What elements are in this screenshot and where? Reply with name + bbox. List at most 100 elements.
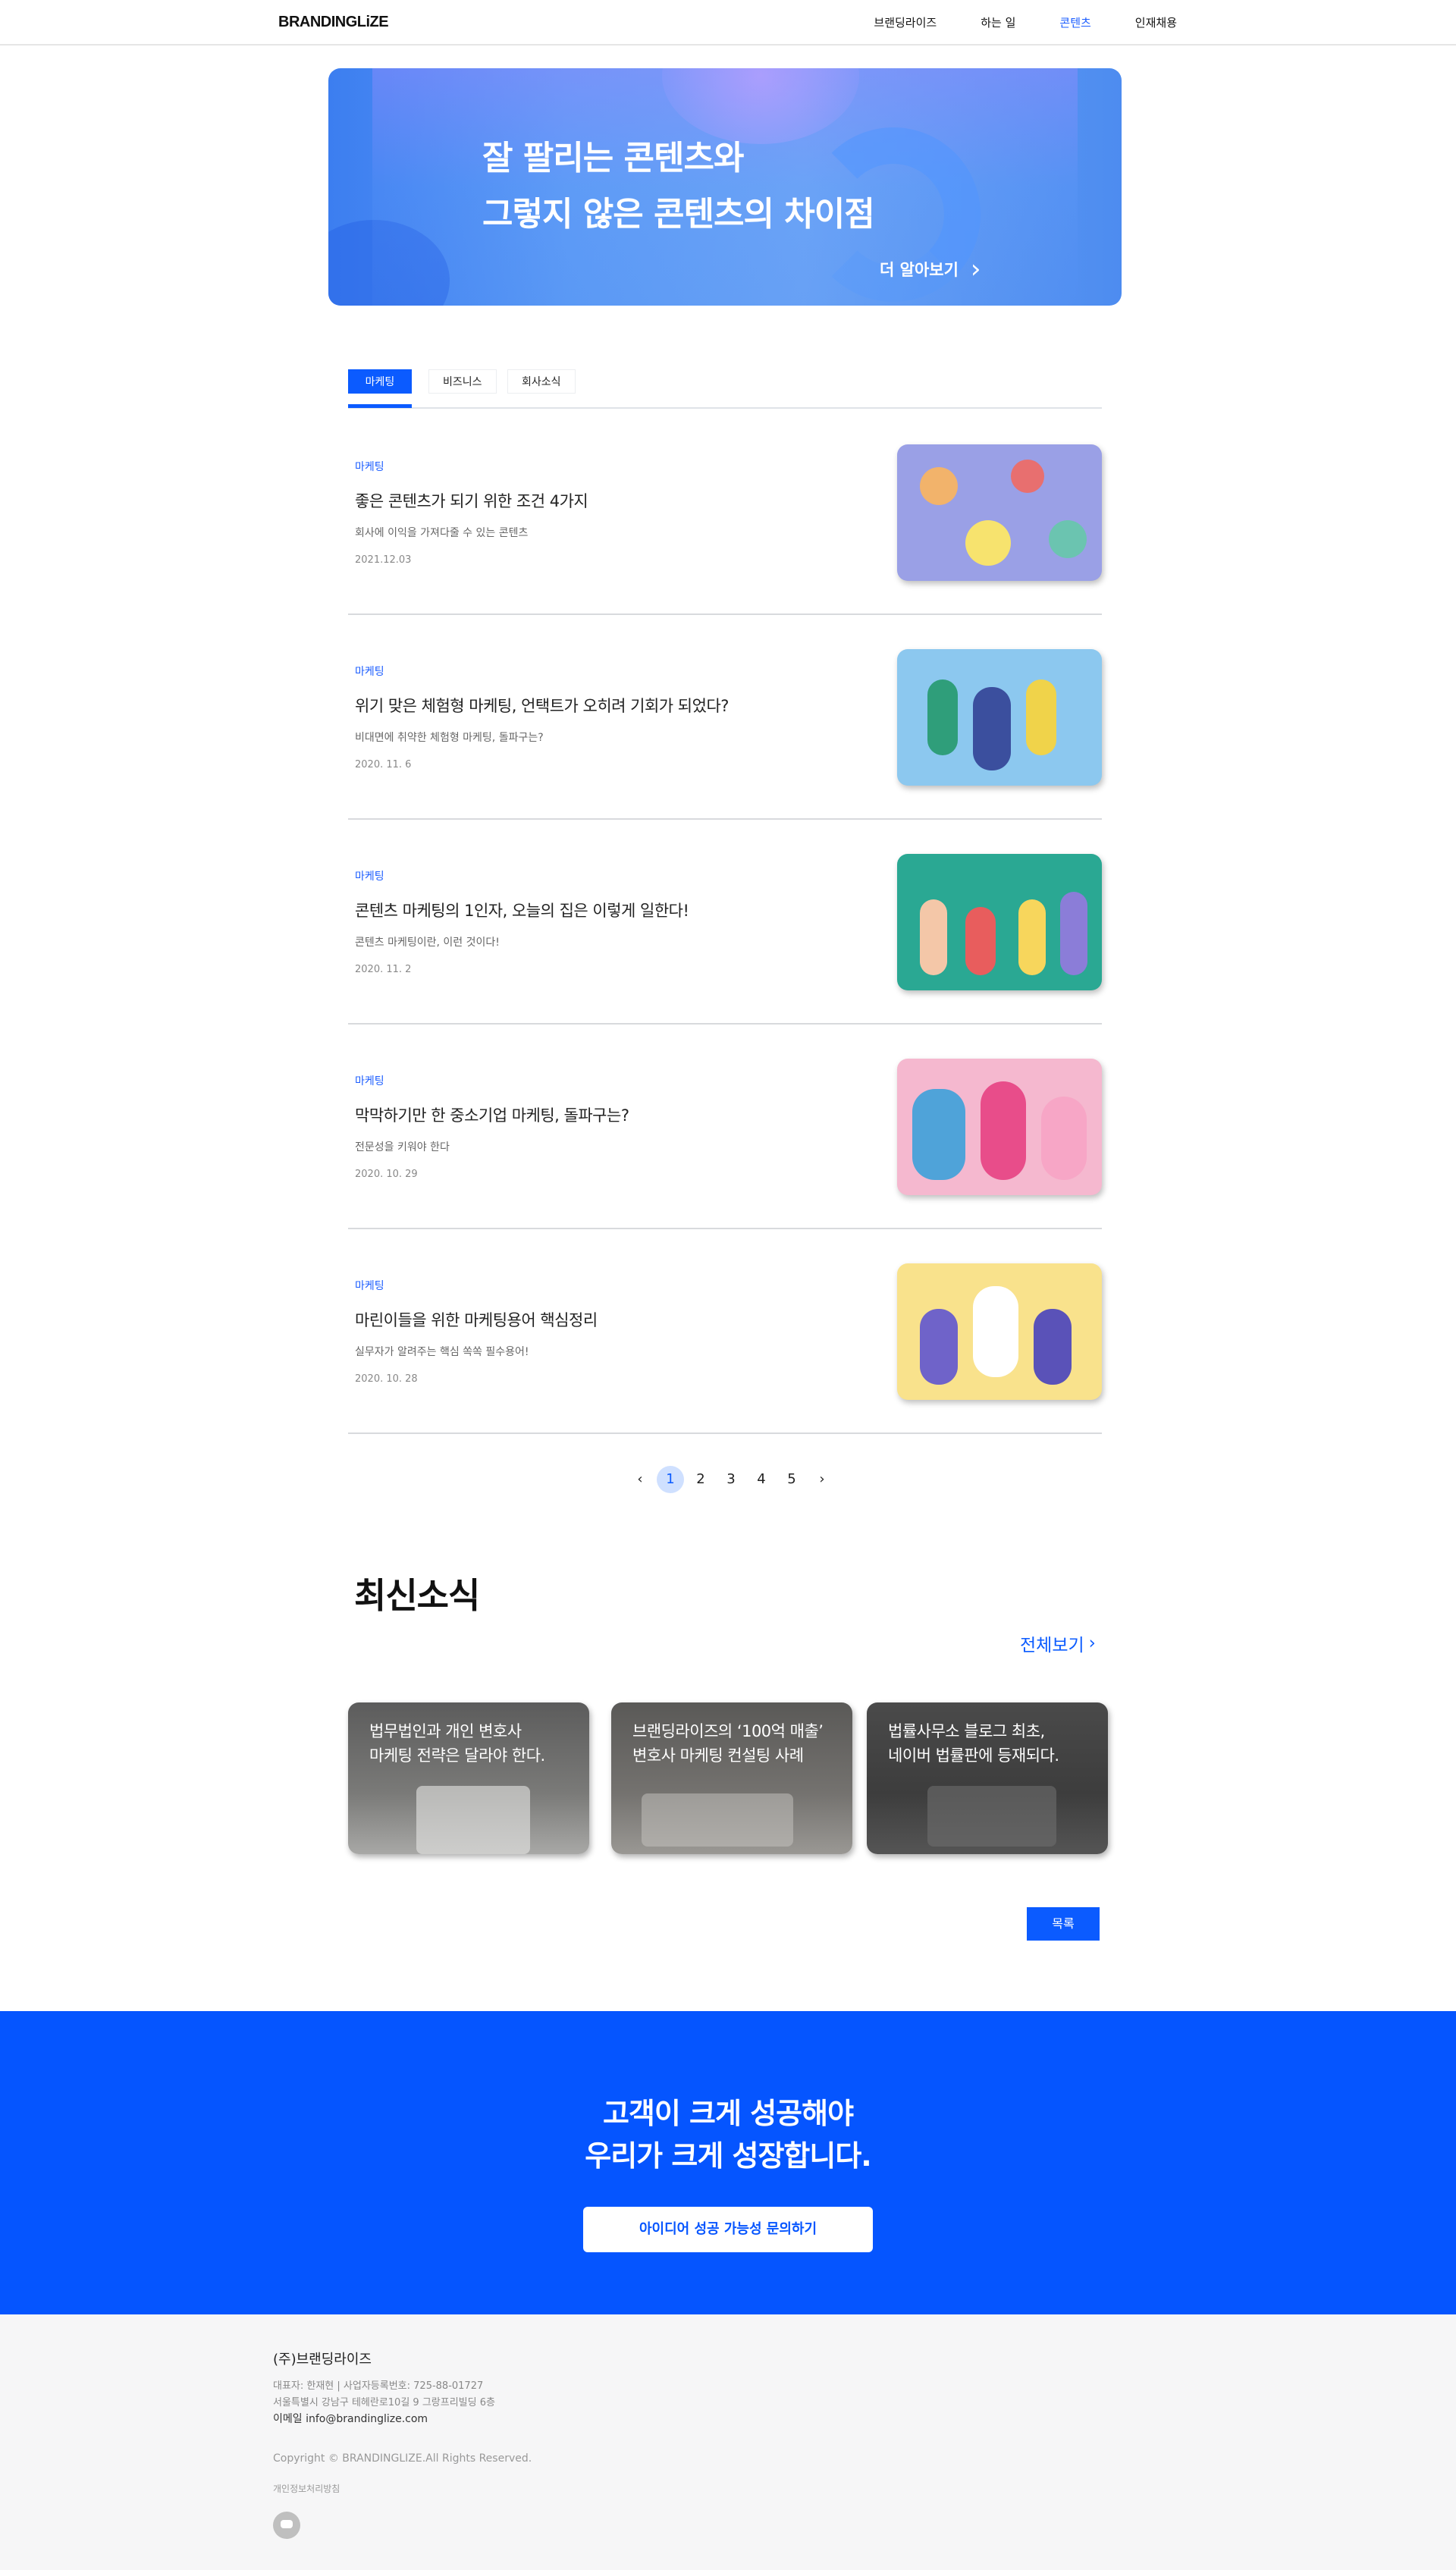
article-thumbnail[interactable] xyxy=(897,1059,1102,1195)
article-category: 마케팅 xyxy=(355,1280,384,1292)
illustration-people-icon xyxy=(1034,1309,1072,1385)
article-thumbnail[interactable] xyxy=(897,854,1102,990)
logo[interactable]: BRANDINGLiZE xyxy=(278,14,389,31)
keyboard-illustration xyxy=(642,1793,793,1847)
article-category: 마케팅 xyxy=(355,871,384,883)
article-title[interactable]: 마린이들을 위한 마케팅용어 핵심정리 xyxy=(355,1308,598,1331)
article-date: 2020. 11. 6 xyxy=(355,759,412,770)
article-title[interactable]: 막막하기만 한 중소기업 마케팅, 돌파구는? xyxy=(355,1103,629,1126)
article-date: 2020. 11. 2 xyxy=(355,964,412,975)
nav-item-contents[interactable]: 콘텐츠 xyxy=(1059,14,1090,30)
article-subtitle: 회사에 이익을 가져다줄 수 있는 콘텐츠 xyxy=(355,527,529,539)
article-date: 2020. 10. 28 xyxy=(355,1373,418,1385)
article-date: 2020. 10. 29 xyxy=(355,1169,418,1180)
illustration-people-icon xyxy=(1049,520,1087,558)
nav-item-brandinglize[interactable]: 브랜딩라이즈 xyxy=(874,14,937,30)
footer-address: 서울특별시 강남구 테헤란로10길 9 그랑프리빌딩 6층 xyxy=(273,2397,495,2408)
article-subtitle: 콘텐츠 마케팅이란, 이런 것이다! xyxy=(355,937,500,949)
illustration-people-icon xyxy=(965,907,996,975)
category-tabs: 마케팅 비즈니스 회사소식 xyxy=(348,369,1102,409)
news-card-title: 법률사무소 블로그 최초, 네이버 법률판에 등재되다. xyxy=(888,1722,1059,1765)
privacy-policy-link[interactable]: 개인정보처리방침 xyxy=(273,2482,340,2495)
article-subtitle: 실무자가 알려주는 핵심 쏙쏙 필수용어! xyxy=(355,1346,529,1358)
footer-business-info: 대표자: 한재현 | 사업자등록번호: 725-88-01727 xyxy=(273,2380,484,2392)
illustration-people-icon xyxy=(981,1081,1026,1180)
illustration-people-icon xyxy=(920,467,958,505)
article-title[interactable]: 위기 맞은 체험형 마케팅, 언택트가 오히려 기회가 되었다? xyxy=(355,694,729,717)
news-card-title: 법무법인과 개인 변호사 마케팅 전략은 달라야 한다. xyxy=(369,1722,545,1765)
article-thumbnail[interactable] xyxy=(897,649,1102,786)
article-list: 마케팅 좋은 콘텐츠가 되기 위한 조건 4가지 회사에 이익을 가져다줄 수 … xyxy=(348,410,1102,1434)
page-button-4[interactable]: 4 xyxy=(748,1466,775,1493)
list-item[interactable]: 마케팅 마린이들을 위한 마케팅용어 핵심정리 실무자가 알려주는 핵심 쏙쏙 … xyxy=(348,1229,1102,1434)
chevron-right-icon: › xyxy=(970,254,981,284)
list-item[interactable]: 마케팅 콘텐츠 마케팅의 1인자, 오늘의 집은 이렇게 일한다! 콘텐츠 마케… xyxy=(348,820,1102,1025)
news-card[interactable]: 브랜딩라이즈의 ‘100억 매출’ 변호사 마케팅 컨설팅 사례 xyxy=(611,1702,852,1854)
illustration-people-icon xyxy=(1011,460,1044,493)
hero-banner[interactable]: 잘 팔리는 콘텐츠와 그렇지 않은 콘텐츠의 차이점 더 알아보기 › xyxy=(328,68,1122,306)
page-button-2[interactable]: 2 xyxy=(687,1466,714,1493)
site-header: BRANDINGLiZE 브랜딩라이즈 하는 일 콘텐츠 인재채용 xyxy=(0,0,1456,46)
chevron-right-icon: › xyxy=(1088,1633,1096,1653)
illustration-people-icon xyxy=(973,1286,1018,1377)
list-item[interactable]: 마케팅 위기 맞은 체험형 마케팅, 언택트가 오히려 기회가 되었다? 비대면… xyxy=(348,615,1102,820)
paper-illustration xyxy=(416,1786,530,1854)
article-category: 마케팅 xyxy=(355,1075,384,1087)
page: BRANDINGLiZE 브랜딩라이즈 하는 일 콘텐츠 인재채용 잘 팔리는 … xyxy=(0,0,1456,2570)
hero-more-label: 더 알아보기 xyxy=(880,261,959,279)
article-subtitle: 전문성을 키워야 한다 xyxy=(355,1141,450,1153)
active-tab-indicator xyxy=(348,404,412,408)
article-title[interactable]: 좋은 콘텐츠가 되기 위한 조건 4가지 xyxy=(355,489,588,512)
footer-email[interactable]: 이메일 info@brandinglize.com xyxy=(273,2411,428,2426)
illustration-people-icon xyxy=(912,1089,965,1180)
news-card[interactable]: 법률사무소 블로그 최초, 네이버 법률판에 등재되다. xyxy=(867,1702,1108,1854)
tab-marketing[interactable]: 마케팅 xyxy=(348,369,412,394)
article-thumbnail[interactable] xyxy=(897,444,1102,581)
illustration-people-icon xyxy=(1018,899,1046,975)
illustration-people-icon xyxy=(965,520,1011,566)
hero-more-link[interactable]: 더 알아보기 › xyxy=(880,254,981,284)
illustration-people-icon xyxy=(1060,892,1087,975)
page-button-5[interactable]: 5 xyxy=(778,1466,805,1493)
illustration-people-icon xyxy=(1026,679,1056,755)
illustration-people-icon xyxy=(920,1309,958,1385)
view-all-link[interactable]: 전체보기 › xyxy=(1020,1630,1096,1656)
page-button-3[interactable]: 3 xyxy=(717,1466,745,1493)
hero-title: 잘 팔리는 콘텐츠와 그렇지 않은 콘텐츠의 차이점 xyxy=(482,139,875,234)
news-section-title: 최신소식 xyxy=(354,1575,480,1616)
illustration-people-icon xyxy=(1041,1097,1087,1180)
illustration-people-icon xyxy=(973,687,1011,770)
prev-page-icon[interactable]: ‹ xyxy=(626,1466,654,1493)
article-thumbnail[interactable] xyxy=(897,1263,1102,1400)
view-all-label: 전체보기 xyxy=(1020,1636,1084,1655)
list-item[interactable]: 마케팅 막막하기만 한 중소기업 마케팅, 돌파구는? 전문성을 키워야 한다 … xyxy=(348,1025,1102,1229)
next-page-icon[interactable]: › xyxy=(808,1466,836,1493)
article-subtitle: 비대면에 취약한 체험형 마케팅, 돌파구는? xyxy=(355,732,544,744)
cta-title: 고객이 크게 성공해야 우리가 크게 성장합니다. xyxy=(585,2097,872,2173)
footer-company-name: (주)브랜딩라이즈 xyxy=(273,2352,372,2368)
page-button-1[interactable]: 1 xyxy=(657,1466,684,1493)
article-category: 마케팅 xyxy=(355,666,384,678)
news-cards: 법무법인과 개인 변호사 마케팅 전략은 달라야 한다. 브랜딩라이즈의 ‘10… xyxy=(348,1702,1108,1854)
news-card-title: 브랜딩라이즈의 ‘100억 매출’ 변호사 마케팅 컨설팅 사례 xyxy=(632,1722,824,1765)
typewriter-illustration xyxy=(927,1786,1056,1847)
main-nav: 브랜딩라이즈 하는 일 콘텐츠 인재채용 xyxy=(830,14,1177,30)
article-date: 2021.12.03 xyxy=(355,554,412,566)
article-title[interactable]: 콘텐츠 마케팅의 1인자, 오늘의 집은 이렇게 일한다! xyxy=(355,899,689,921)
pagination: ‹ 1 2 3 4 5 › xyxy=(626,1466,839,1493)
illustration-people-icon xyxy=(927,679,958,755)
list-button[interactable]: 목록 xyxy=(1027,1907,1100,1941)
chat-icon[interactable] xyxy=(273,2512,300,2539)
footer-copyright: Copyright © BRANDINGLIZE.All Rights Rese… xyxy=(273,2452,532,2465)
nav-item-what-we-do[interactable]: 하는 일 xyxy=(981,14,1015,30)
tab-business[interactable]: 비즈니스 xyxy=(428,369,497,394)
site-footer: (주)브랜딩라이즈 대표자: 한재현 | 사업자등록번호: 725-88-017… xyxy=(0,2314,1456,2570)
tab-company-news[interactable]: 회사소식 xyxy=(507,369,576,394)
news-card[interactable]: 법무법인과 개인 변호사 마케팅 전략은 달라야 한다. xyxy=(348,1702,589,1854)
inquiry-button[interactable]: 아이디어 성공 가능성 문의하기 xyxy=(583,2207,873,2252)
cta-section: 고객이 크게 성공해야 우리가 크게 성장합니다. 아이디어 성공 가능성 문의… xyxy=(0,2011,1456,2314)
list-item[interactable]: 마케팅 좋은 콘텐츠가 되기 위한 조건 4가지 회사에 이익을 가져다줄 수 … xyxy=(348,410,1102,615)
illustration-people-icon xyxy=(920,899,947,975)
nav-item-careers[interactable]: 인재채용 xyxy=(1135,14,1177,30)
article-category: 마케팅 xyxy=(355,461,384,473)
